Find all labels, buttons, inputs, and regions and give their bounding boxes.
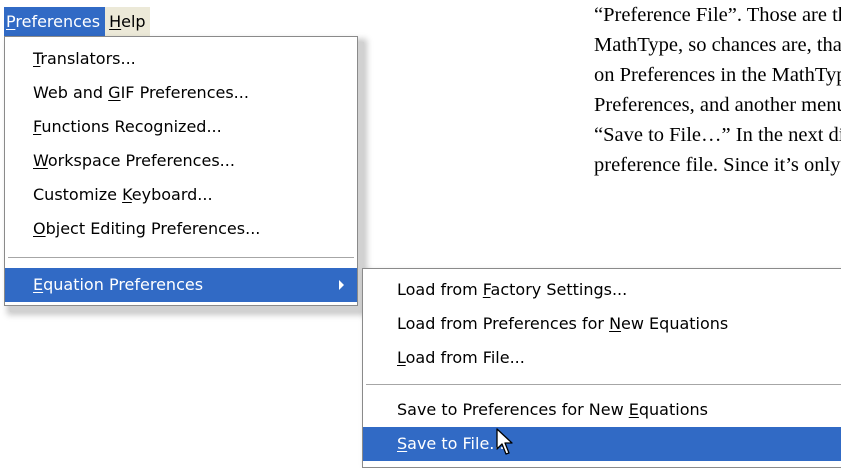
menu-help[interactable]: Help bbox=[105, 7, 149, 36]
submenu-item-save-to-file[interactable]: Save to File... bbox=[363, 427, 841, 461]
preferences-menu: Translators... Web and GIF Preferences..… bbox=[4, 36, 358, 306]
mouse-pointer-icon bbox=[496, 428, 513, 455]
menu-item-functions-recognized[interactable]: Functions Recognized... bbox=[5, 110, 357, 144]
menu-item-web-gif-preferences[interactable]: Web and GIF Preferences... bbox=[5, 76, 357, 110]
equation-preferences-submenu: Load from Factory Settings... Load from … bbox=[362, 268, 841, 468]
access-key: O bbox=[33, 219, 46, 238]
document-line: preference file. Since it’s only bbox=[594, 154, 841, 176]
submenu-item-save-preferences-new-equations[interactable]: Save to Preferences for New Equations bbox=[363, 393, 841, 427]
menu-item-equation-preferences[interactable]: Equation Preferences bbox=[5, 268, 357, 302]
menu-item-object-editing-preferences[interactable]: Object Editing Preferences... bbox=[5, 212, 357, 246]
access-key: F bbox=[482, 280, 491, 299]
document-text: “Preference File”. Those are th MathType… bbox=[594, 0, 841, 180]
document-line: “Preference File”. Those are th bbox=[594, 4, 841, 26]
access-key: H bbox=[109, 12, 122, 31]
submenu-item-load-preferences-new-equations[interactable]: Load from Preferences for New Equations bbox=[363, 307, 841, 341]
access-key: N bbox=[609, 314, 622, 333]
access-key: E bbox=[628, 400, 639, 419]
document-line: MathType, so chances are, that bbox=[594, 34, 841, 56]
access-key: E bbox=[33, 275, 44, 294]
access-key: S bbox=[397, 434, 408, 453]
access-key: G bbox=[108, 83, 121, 102]
access-key: K bbox=[122, 185, 132, 204]
access-key: P bbox=[6, 12, 16, 31]
submenu-arrow-icon bbox=[339, 280, 344, 290]
access-key: L bbox=[397, 348, 406, 367]
document-line: Preferences, and another menu bbox=[594, 94, 841, 116]
submenu-separator bbox=[366, 384, 841, 385]
document-line: “Save to File…” In the next di bbox=[594, 124, 841, 146]
menu-item-workspace-preferences[interactable]: Workspace Preferences... bbox=[5, 144, 357, 178]
menu-bar: Preferences Help bbox=[4, 7, 150, 36]
submenu-item-load-from-file[interactable]: Load from File... bbox=[363, 341, 841, 375]
access-key: W bbox=[33, 151, 48, 170]
submenu-item-load-factory-settings[interactable]: Load from Factory Settings... bbox=[363, 273, 841, 307]
menu-item-customize-keyboard[interactable]: Customize Keyboard... bbox=[5, 178, 357, 212]
menu-preferences[interactable]: Preferences bbox=[4, 7, 106, 36]
menu-separator bbox=[8, 257, 354, 258]
document-line: on Preferences in the MathTyp bbox=[594, 64, 841, 86]
menu-item-translators[interactable]: Translators... bbox=[5, 42, 357, 76]
